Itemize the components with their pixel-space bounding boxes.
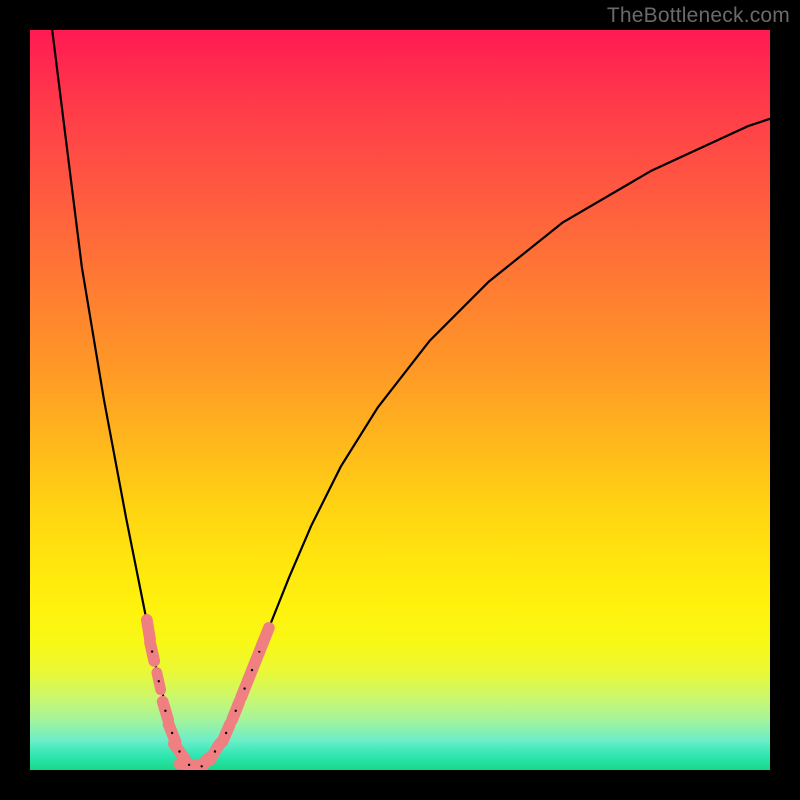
curve-marker-dot xyxy=(225,732,227,734)
curve-marker-dot xyxy=(188,764,190,766)
curve-marker-dot xyxy=(164,710,166,712)
curve-marker-dot xyxy=(171,732,173,734)
watermark-text: TheBottleneck.com xyxy=(607,4,790,28)
curve-marker-dot xyxy=(200,765,202,767)
curve-markers xyxy=(147,620,269,770)
curve-marker-dot xyxy=(178,750,180,752)
curve-marker xyxy=(262,628,269,646)
chart-frame: TheBottleneck.com xyxy=(0,0,800,800)
curve-marker xyxy=(147,620,150,639)
curve-marker-dot xyxy=(251,669,253,671)
plot-area xyxy=(30,30,770,770)
bottleneck-curve xyxy=(52,30,770,770)
curve-marker-dot xyxy=(214,750,216,752)
chart-svg xyxy=(30,30,770,770)
curve-marker-dot xyxy=(243,687,245,689)
curve-marker-dot xyxy=(158,680,160,682)
curve-marker-dot xyxy=(235,710,237,712)
curve-marker-dot xyxy=(151,650,153,652)
